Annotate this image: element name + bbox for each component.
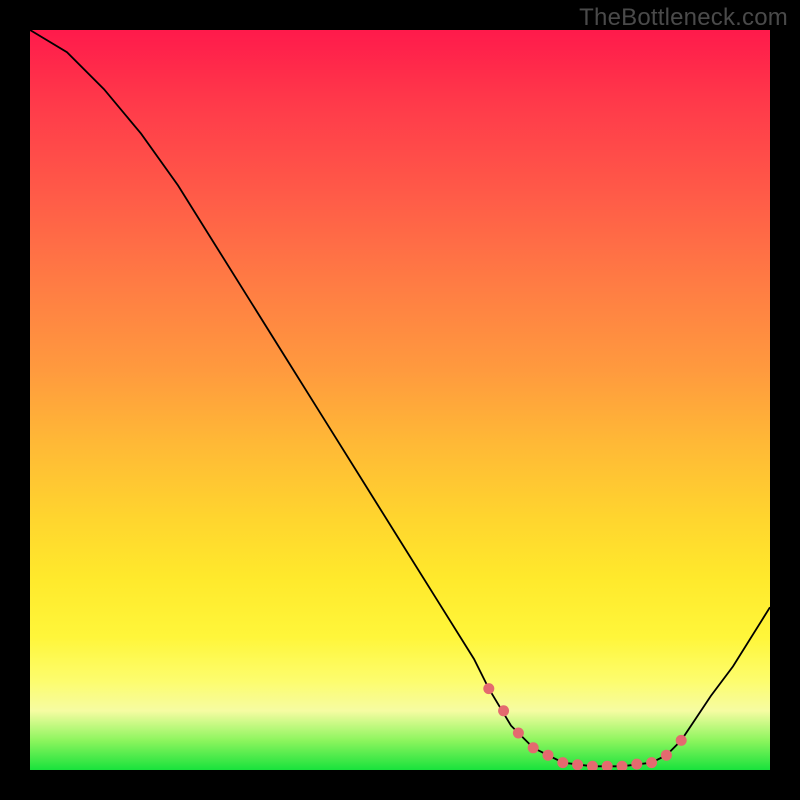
marker-dot bbox=[557, 757, 568, 768]
marker-dot bbox=[617, 761, 628, 770]
marker-dot bbox=[661, 750, 672, 761]
chart-frame: TheBottleneck.com bbox=[0, 0, 800, 800]
marker-dot bbox=[631, 759, 642, 770]
marker-dot bbox=[528, 742, 539, 753]
marker-dot bbox=[513, 728, 524, 739]
plot-area bbox=[30, 30, 770, 770]
marker-dot bbox=[602, 761, 613, 770]
marker-group bbox=[483, 683, 686, 770]
bottleneck-curve bbox=[30, 30, 770, 766]
marker-dot bbox=[587, 761, 598, 770]
watermark-text: TheBottleneck.com bbox=[579, 4, 788, 32]
marker-dot bbox=[572, 759, 583, 770]
marker-dot bbox=[676, 735, 687, 746]
marker-dot bbox=[483, 683, 494, 694]
marker-dot bbox=[646, 757, 657, 768]
marker-dot bbox=[498, 705, 509, 716]
marker-dot bbox=[543, 750, 554, 761]
curve-svg bbox=[30, 30, 770, 770]
